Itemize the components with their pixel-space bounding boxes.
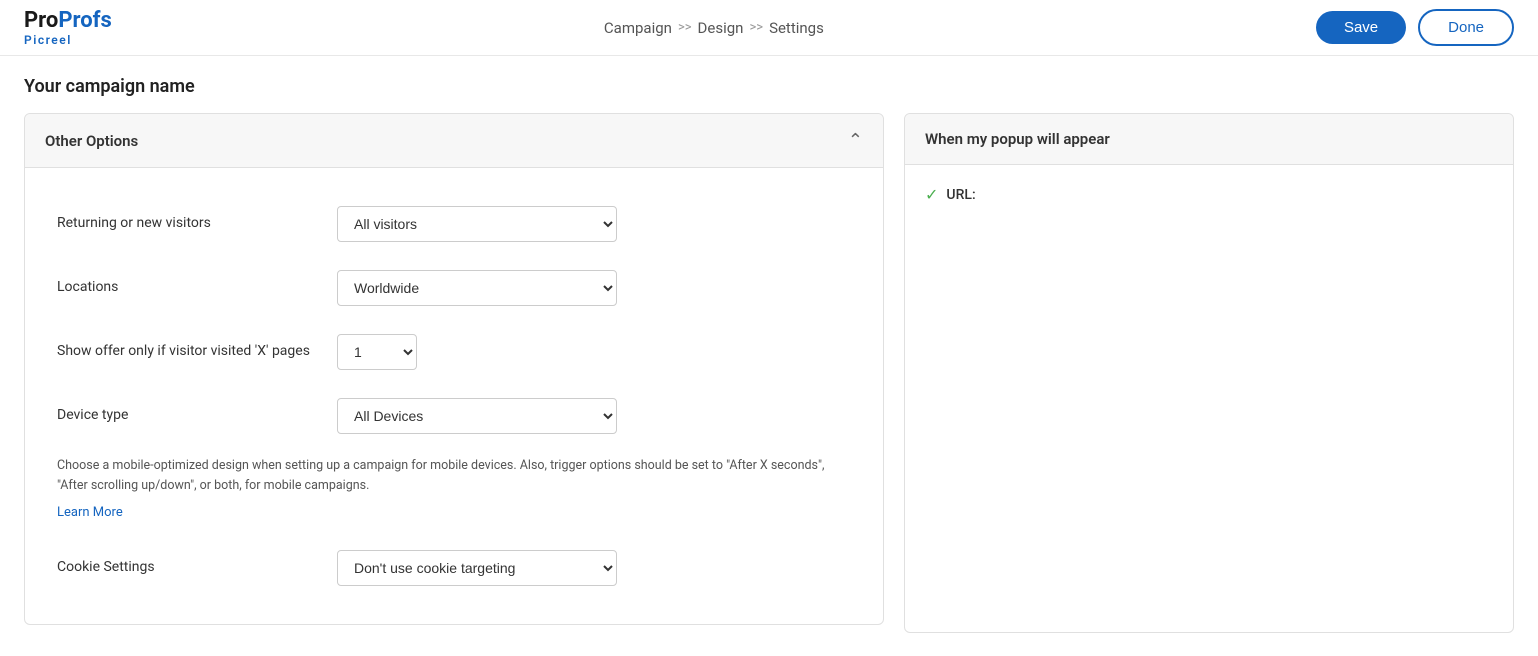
learn-more-link[interactable]: Learn More <box>57 505 123 520</box>
breadcrumb-sep2: >> <box>749 20 763 35</box>
left-panel: Other Options ⌃ Returning or new visitor… <box>24 113 884 625</box>
header: ProProfs Picreel Campaign >> Design >> S… <box>0 0 1538 56</box>
select-pages-wrapper: 1 2 3 4 5 <box>337 334 617 370</box>
label-device: Device type <box>57 406 317 426</box>
header-actions: Save Done <box>1316 9 1514 46</box>
done-button[interactable]: Done <box>1418 9 1514 46</box>
collapse-icon[interactable]: ⌃ <box>848 130 863 151</box>
page-body: Your campaign name Other Options ⌃ Retur… <box>0 56 1538 653</box>
main-layout: Other Options ⌃ Returning or new visitor… <box>24 113 1514 633</box>
label-locations: Locations <box>57 278 317 298</box>
logo-profs: Profs <box>58 8 112 33</box>
breadcrumb-sep1: >> <box>678 20 692 35</box>
breadcrumb-campaign[interactable]: Campaign <box>604 19 672 37</box>
info-section: Choose a mobile-optimized design when se… <box>57 448 851 536</box>
select-visitors[interactable]: All visitors New visitors Returning visi… <box>337 206 617 242</box>
breadcrumb: Campaign >> Design >> Settings <box>604 19 824 37</box>
form-row-pages: Show offer only if visitor visited 'X' p… <box>57 320 851 384</box>
card-body: Returning or new visitors All visitors N… <box>25 168 883 624</box>
form-row-device: Device type All Devices Desktop Mobile T… <box>57 384 851 448</box>
other-options-card: Other Options ⌃ Returning or new visitor… <box>24 113 884 625</box>
right-card-header: When my popup will appear <box>905 114 1513 165</box>
select-device[interactable]: All Devices Desktop Mobile Tablet <box>337 398 617 434</box>
save-button[interactable]: Save <box>1316 11 1406 44</box>
label-cookie: Cookie Settings <box>57 558 317 578</box>
breadcrumb-design[interactable]: Design <box>698 19 744 37</box>
select-cookie-wrapper: Don't use cookie targeting Use cookie ta… <box>337 550 617 586</box>
page-title: Your campaign name <box>24 76 1514 97</box>
card-header: Other Options ⌃ <box>25 114 883 168</box>
info-text: Choose a mobile-optimized design when se… <box>57 456 851 504</box>
form-row-cookie: Cookie Settings Don't use cookie targeti… <box>57 536 851 600</box>
label-pages: Show offer only if visitor visited 'X' p… <box>57 342 317 362</box>
url-row: ✓ URL: <box>925 185 1493 204</box>
right-card: When my popup will appear ✓ URL: <box>904 113 1514 633</box>
label-visitors: Returning or new visitors <box>57 214 317 234</box>
right-panel: When my popup will appear ✓ URL: <box>904 113 1514 633</box>
logo: ProProfs Picreel <box>24 8 112 47</box>
select-device-wrapper: All Devices Desktop Mobile Tablet <box>337 398 617 434</box>
breadcrumb-settings: Settings <box>769 19 824 37</box>
url-label: URL: <box>946 187 975 203</box>
select-locations[interactable]: Worldwide Specific locations <box>337 270 617 306</box>
select-visitors-wrapper: All visitors New visitors Returning visi… <box>337 206 617 242</box>
card-title: Other Options <box>45 132 138 150</box>
select-pages[interactable]: 1 2 3 4 5 <box>337 334 417 370</box>
form-row-visitors: Returning or new visitors All visitors N… <box>57 192 851 256</box>
logo-sub: Picreel <box>24 33 72 47</box>
logo-pro: Pro <box>24 8 58 33</box>
select-cookie[interactable]: Don't use cookie targeting Use cookie ta… <box>337 550 617 586</box>
check-icon: ✓ <box>925 185 938 204</box>
select-locations-wrapper: Worldwide Specific locations <box>337 270 617 306</box>
form-row-locations: Locations Worldwide Specific locations <box>57 256 851 320</box>
right-card-body: ✓ URL: <box>905 165 1513 224</box>
